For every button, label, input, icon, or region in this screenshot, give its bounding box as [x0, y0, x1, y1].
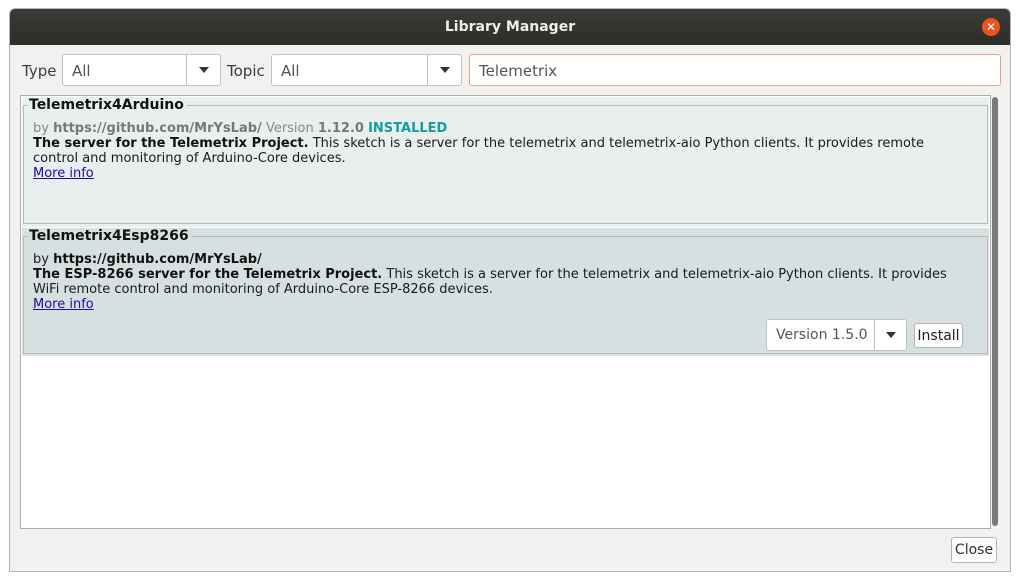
topic-label: Topic: [227, 62, 265, 80]
library-author: https://github.com/MrYsLab/: [53, 121, 262, 136]
chevron-down-icon: [198, 67, 209, 73]
by-label: by: [33, 252, 49, 267]
library-entry[interactable]: Telemetrix4Esp8266 by https://github.com…: [22, 228, 989, 356]
installed-badge: INSTALLED: [368, 121, 448, 136]
type-select-value: All: [72, 62, 91, 80]
install-button[interactable]: Install: [914, 323, 963, 348]
library-author: https://github.com/MrYsLab/: [53, 252, 262, 267]
vertical-scrollbar[interactable]: [992, 97, 998, 526]
type-dropdown-button[interactable]: [186, 55, 220, 85]
version-dropdown-button[interactable]: [874, 320, 906, 350]
library-meta: by https://github.com/MrYsLab/: [33, 252, 262, 267]
library-description: The server for the Telemetrix Project. T…: [33, 136, 973, 166]
library-manager-window: Library Manager ✕ Type All Topic All Tel…: [9, 8, 1011, 572]
close-button[interactable]: Close: [951, 537, 997, 563]
filter-bar: Type All Topic All Telemetrix: [10, 53, 1010, 87]
type-label: Type: [22, 62, 57, 80]
chevron-down-icon: [439, 67, 450, 73]
library-name: Telemetrix4Arduino: [28, 97, 187, 113]
library-version: 1.12.0: [317, 121, 364, 136]
topic-select[interactable]: All: [271, 54, 462, 86]
more-info-link[interactable]: More info: [33, 166, 94, 181]
library-summary: The ESP-8266 server for the Telemetrix P…: [33, 267, 383, 282]
more-info-link[interactable]: More info: [33, 297, 94, 312]
library-entry[interactable]: Telemetrix4Arduino by https://github.com…: [22, 97, 989, 227]
window-title: Library Manager: [444, 19, 576, 35]
search-input[interactable]: Telemetrix: [469, 54, 1001, 86]
chevron-down-icon: [885, 332, 896, 338]
topic-select-value: All: [281, 62, 300, 80]
library-description: The ESP-8266 server for the Telemetrix P…: [33, 267, 973, 297]
library-summary: The server for the Telemetrix Project.: [33, 136, 309, 151]
version-select[interactable]: Version 1.5.0: [766, 319, 907, 351]
library-meta: by https://github.com/MrYsLab/ Version 1…: [33, 121, 447, 136]
title-bar: Library Manager ✕: [10, 9, 1010, 45]
by-label: by: [33, 121, 49, 136]
version-select-value: Version 1.5.0: [776, 327, 868, 343]
close-icon[interactable]: ✕: [982, 18, 1000, 36]
type-select[interactable]: All: [62, 54, 221, 86]
version-label: Version: [265, 121, 314, 136]
topic-dropdown-button[interactable]: [427, 55, 461, 85]
library-name: Telemetrix4Esp8266: [28, 228, 192, 244]
library-list: Telemetrix4Arduino by https://github.com…: [20, 95, 991, 529]
